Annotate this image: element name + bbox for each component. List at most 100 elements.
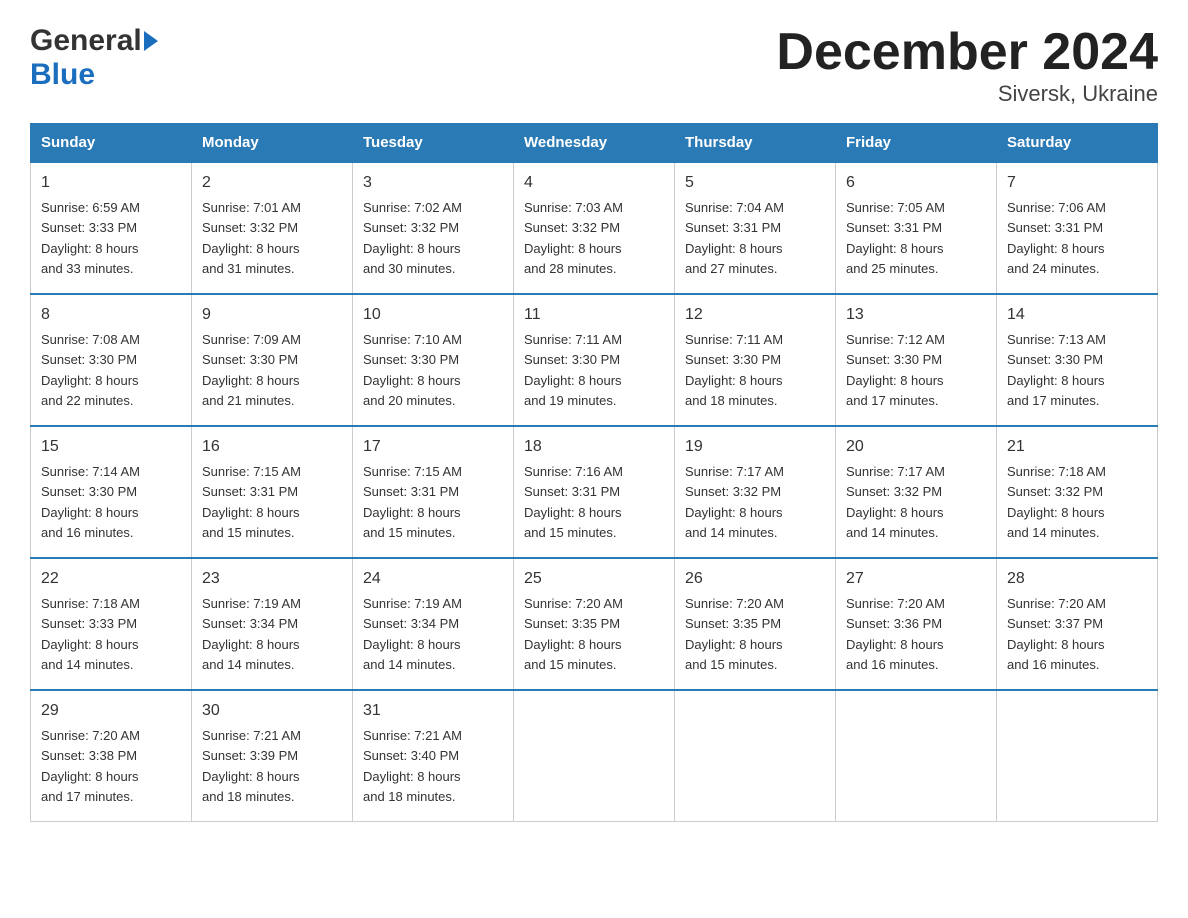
logo-general-text: General [30, 24, 142, 58]
day-number: 2 [202, 171, 342, 195]
calendar-week-row: 29 Sunrise: 7:20 AMSunset: 3:38 PMDaylig… [31, 690, 1158, 822]
weekday-header-friday: Friday [836, 124, 997, 163]
calendar-cell: 4 Sunrise: 7:03 AMSunset: 3:32 PMDayligh… [514, 162, 675, 294]
day-info: Sunrise: 7:03 AMSunset: 3:32 PMDaylight:… [524, 200, 623, 276]
calendar-week-row: 8 Sunrise: 7:08 AMSunset: 3:30 PMDayligh… [31, 294, 1158, 426]
day-number: 3 [363, 171, 503, 195]
day-number: 9 [202, 303, 342, 327]
calendar-week-row: 15 Sunrise: 7:14 AMSunset: 3:30 PMDaylig… [31, 426, 1158, 558]
calendar-table: SundayMondayTuesdayWednesdayThursdayFrid… [30, 123, 1158, 822]
day-info: Sunrise: 7:20 AMSunset: 3:36 PMDaylight:… [846, 596, 945, 672]
calendar-cell: 11 Sunrise: 7:11 AMSunset: 3:30 PMDaylig… [514, 294, 675, 426]
day-number: 5 [685, 171, 825, 195]
calendar-cell: 6 Sunrise: 7:05 AMSunset: 3:31 PMDayligh… [836, 162, 997, 294]
calendar-cell: 22 Sunrise: 7:18 AMSunset: 3:33 PMDaylig… [31, 558, 192, 690]
day-info: Sunrise: 7:08 AMSunset: 3:30 PMDaylight:… [41, 332, 140, 408]
logo-arrow-icon [144, 31, 158, 51]
calendar-cell: 29 Sunrise: 7:20 AMSunset: 3:38 PMDaylig… [31, 690, 192, 822]
calendar-cell [997, 690, 1158, 822]
calendar-cell: 12 Sunrise: 7:11 AMSunset: 3:30 PMDaylig… [675, 294, 836, 426]
weekday-header-sunday: Sunday [31, 124, 192, 163]
calendar-cell [675, 690, 836, 822]
calendar-week-row: 1 Sunrise: 6:59 AMSunset: 3:33 PMDayligh… [31, 162, 1158, 294]
calendar-cell: 5 Sunrise: 7:04 AMSunset: 3:31 PMDayligh… [675, 162, 836, 294]
day-info: Sunrise: 7:10 AMSunset: 3:30 PMDaylight:… [363, 332, 462, 408]
calendar-cell: 9 Sunrise: 7:09 AMSunset: 3:30 PMDayligh… [192, 294, 353, 426]
day-number: 11 [524, 303, 664, 327]
day-info: Sunrise: 7:12 AMSunset: 3:30 PMDaylight:… [846, 332, 945, 408]
day-info: Sunrise: 7:17 AMSunset: 3:32 PMDaylight:… [685, 464, 784, 540]
calendar-cell: 31 Sunrise: 7:21 AMSunset: 3:40 PMDaylig… [353, 690, 514, 822]
day-info: Sunrise: 6:59 AMSunset: 3:33 PMDaylight:… [41, 200, 140, 276]
page-title: December 2024 [776, 24, 1158, 81]
calendar-cell: 10 Sunrise: 7:10 AMSunset: 3:30 PMDaylig… [353, 294, 514, 426]
calendar-cell: 16 Sunrise: 7:15 AMSunset: 3:31 PMDaylig… [192, 426, 353, 558]
day-info: Sunrise: 7:13 AMSunset: 3:30 PMDaylight:… [1007, 332, 1106, 408]
day-number: 14 [1007, 303, 1147, 327]
day-info: Sunrise: 7:20 AMSunset: 3:37 PMDaylight:… [1007, 596, 1106, 672]
page-subtitle: Siversk, Ukraine [776, 81, 1158, 107]
weekday-header-monday: Monday [192, 124, 353, 163]
calendar-cell: 15 Sunrise: 7:14 AMSunset: 3:30 PMDaylig… [31, 426, 192, 558]
day-number: 20 [846, 435, 986, 459]
day-info: Sunrise: 7:21 AMSunset: 3:40 PMDaylight:… [363, 728, 462, 804]
calendar-cell: 14 Sunrise: 7:13 AMSunset: 3:30 PMDaylig… [997, 294, 1158, 426]
day-info: Sunrise: 7:05 AMSunset: 3:31 PMDaylight:… [846, 200, 945, 276]
day-info: Sunrise: 7:20 AMSunset: 3:38 PMDaylight:… [41, 728, 140, 804]
calendar-cell: 30 Sunrise: 7:21 AMSunset: 3:39 PMDaylig… [192, 690, 353, 822]
calendar-cell: 19 Sunrise: 7:17 AMSunset: 3:32 PMDaylig… [675, 426, 836, 558]
day-number: 19 [685, 435, 825, 459]
calendar-cell: 3 Sunrise: 7:02 AMSunset: 3:32 PMDayligh… [353, 162, 514, 294]
day-info: Sunrise: 7:16 AMSunset: 3:31 PMDaylight:… [524, 464, 623, 540]
day-number: 18 [524, 435, 664, 459]
calendar-cell [836, 690, 997, 822]
day-number: 27 [846, 567, 986, 591]
day-number: 4 [524, 171, 664, 195]
day-number: 21 [1007, 435, 1147, 459]
day-number: 23 [202, 567, 342, 591]
calendar-cell: 24 Sunrise: 7:19 AMSunset: 3:34 PMDaylig… [353, 558, 514, 690]
calendar-cell: 13 Sunrise: 7:12 AMSunset: 3:30 PMDaylig… [836, 294, 997, 426]
logo: General Blue [30, 24, 158, 92]
day-info: Sunrise: 7:01 AMSunset: 3:32 PMDaylight:… [202, 200, 301, 276]
calendar-cell: 23 Sunrise: 7:19 AMSunset: 3:34 PMDaylig… [192, 558, 353, 690]
day-info: Sunrise: 7:20 AMSunset: 3:35 PMDaylight:… [685, 596, 784, 672]
day-number: 26 [685, 567, 825, 591]
day-info: Sunrise: 7:17 AMSunset: 3:32 PMDaylight:… [846, 464, 945, 540]
day-number: 25 [524, 567, 664, 591]
day-number: 1 [41, 171, 181, 195]
day-number: 28 [1007, 567, 1147, 591]
calendar-cell: 20 Sunrise: 7:17 AMSunset: 3:32 PMDaylig… [836, 426, 997, 558]
day-info: Sunrise: 7:11 AMSunset: 3:30 PMDaylight:… [524, 332, 622, 408]
calendar-cell: 27 Sunrise: 7:20 AMSunset: 3:36 PMDaylig… [836, 558, 997, 690]
weekday-header-saturday: Saturday [997, 124, 1158, 163]
page-header: General Blue December 2024 Siversk, Ukra… [30, 24, 1158, 107]
calendar-cell: 7 Sunrise: 7:06 AMSunset: 3:31 PMDayligh… [997, 162, 1158, 294]
logo-blue-text: Blue [30, 58, 95, 92]
calendar-cell: 28 Sunrise: 7:20 AMSunset: 3:37 PMDaylig… [997, 558, 1158, 690]
day-info: Sunrise: 7:20 AMSunset: 3:35 PMDaylight:… [524, 596, 623, 672]
title-block: December 2024 Siversk, Ukraine [776, 24, 1158, 107]
calendar-cell: 8 Sunrise: 7:08 AMSunset: 3:30 PMDayligh… [31, 294, 192, 426]
day-number: 24 [363, 567, 503, 591]
day-number: 6 [846, 171, 986, 195]
day-info: Sunrise: 7:04 AMSunset: 3:31 PMDaylight:… [685, 200, 784, 276]
day-number: 13 [846, 303, 986, 327]
day-info: Sunrise: 7:18 AMSunset: 3:32 PMDaylight:… [1007, 464, 1106, 540]
day-info: Sunrise: 7:15 AMSunset: 3:31 PMDaylight:… [202, 464, 301, 540]
calendar-cell: 1 Sunrise: 6:59 AMSunset: 3:33 PMDayligh… [31, 162, 192, 294]
day-number: 17 [363, 435, 503, 459]
weekday-header-thursday: Thursday [675, 124, 836, 163]
day-number: 10 [363, 303, 503, 327]
calendar-cell: 21 Sunrise: 7:18 AMSunset: 3:32 PMDaylig… [997, 426, 1158, 558]
day-number: 7 [1007, 171, 1147, 195]
day-number: 16 [202, 435, 342, 459]
day-number: 15 [41, 435, 181, 459]
day-number: 29 [41, 699, 181, 723]
calendar-week-row: 22 Sunrise: 7:18 AMSunset: 3:33 PMDaylig… [31, 558, 1158, 690]
day-info: Sunrise: 7:02 AMSunset: 3:32 PMDaylight:… [363, 200, 462, 276]
weekday-header-tuesday: Tuesday [353, 124, 514, 163]
day-number: 30 [202, 699, 342, 723]
day-info: Sunrise: 7:06 AMSunset: 3:31 PMDaylight:… [1007, 200, 1106, 276]
day-info: Sunrise: 7:14 AMSunset: 3:30 PMDaylight:… [41, 464, 140, 540]
